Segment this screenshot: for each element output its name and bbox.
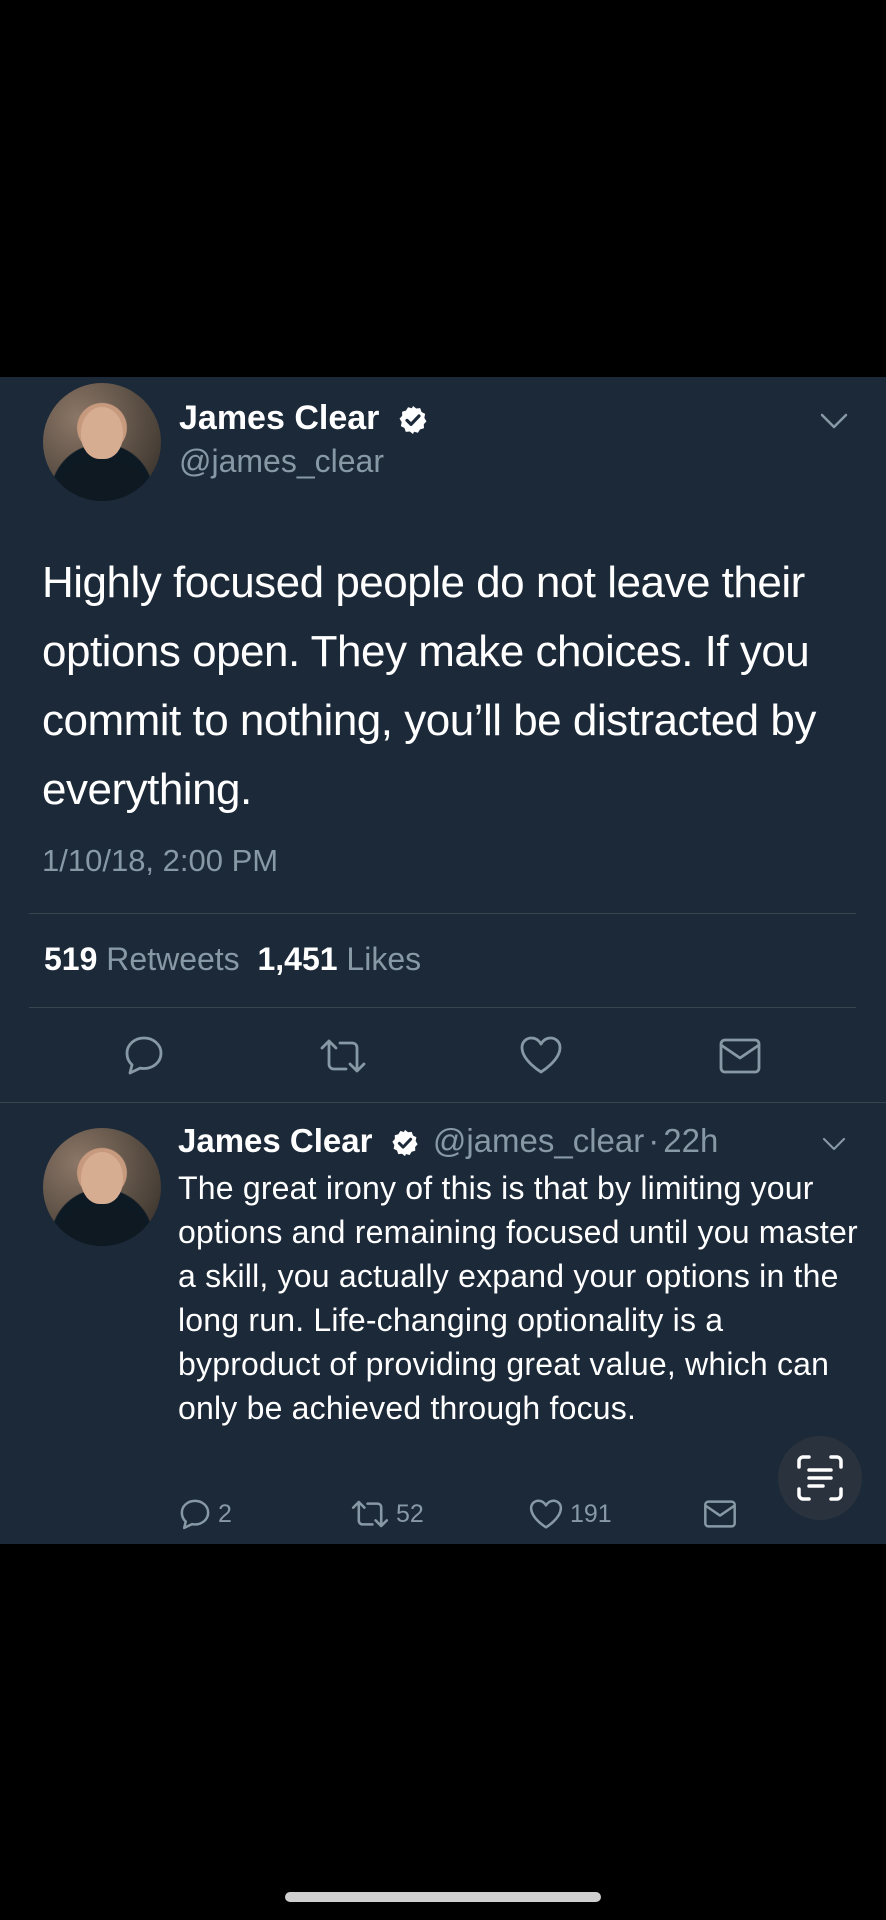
like-icon [529, 1499, 563, 1529]
reply-avatar[interactable] [43, 1128, 161, 1246]
divider [0, 1102, 886, 1103]
reply-retweet-button[interactable]: 52 [350, 1498, 424, 1530]
reply-icon[interactable] [122, 1033, 166, 1077]
retweet-icon[interactable] [318, 1036, 368, 1076]
verified-badge-icon [399, 406, 427, 435]
author-name-text: James Clear [179, 399, 380, 437]
message-icon[interactable] [718, 1037, 762, 1075]
message-icon[interactable] [703, 1499, 737, 1529]
reply-author-name-text: James Clear [178, 1122, 373, 1159]
likes-count[interactable]: 1,451 [257, 941, 337, 977]
author-handle[interactable]: @james_clear [179, 443, 384, 480]
reply-text: The great irony of this is that by limit… [178, 1170, 858, 1426]
separator-dot: · [648, 1122, 660, 1159]
reply-like-button[interactable]: 191 [528, 1497, 612, 1531]
tweet-text: Highly focused people do not leave their… [42, 558, 816, 814]
author-name[interactable]: James Clear [179, 399, 429, 438]
chevron-down-icon[interactable] [820, 1134, 848, 1154]
like-count: 191 [570, 1499, 612, 1528]
retweets-count[interactable]: 519 [44, 941, 97, 977]
reply-time[interactable]: 22h [663, 1122, 718, 1159]
divider [29, 1007, 856, 1008]
retweet-count: 52 [396, 1499, 424, 1528]
scan-text-icon [797, 1455, 843, 1501]
verified-badge-icon [392, 1130, 418, 1157]
reply-icon [180, 1499, 210, 1530]
retweets-label[interactable]: Retweets [106, 941, 239, 977]
reply-author-name[interactable]: James Clear @james_clear · 22h [178, 1122, 718, 1160]
likes-label[interactable]: Likes [346, 941, 421, 977]
avatar[interactable] [43, 383, 161, 501]
reply-reply-button[interactable]: 2 [178, 1497, 232, 1531]
reply-count: 2 [218, 1499, 232, 1528]
home-indicator[interactable] [285, 1892, 601, 1902]
tweet-timestamp[interactable]: 1/10/18, 2:00 PM [42, 843, 278, 879]
reply-author-handle[interactable]: @james_clear [433, 1122, 644, 1159]
like-icon[interactable] [518, 1034, 564, 1076]
divider [29, 913, 856, 914]
retweet-icon [351, 1500, 389, 1528]
tweet-stats: 519 Retweets 1,451 Likes [44, 941, 421, 978]
chevron-down-icon[interactable] [818, 409, 850, 433]
scan-text-button[interactable] [778, 1436, 862, 1520]
